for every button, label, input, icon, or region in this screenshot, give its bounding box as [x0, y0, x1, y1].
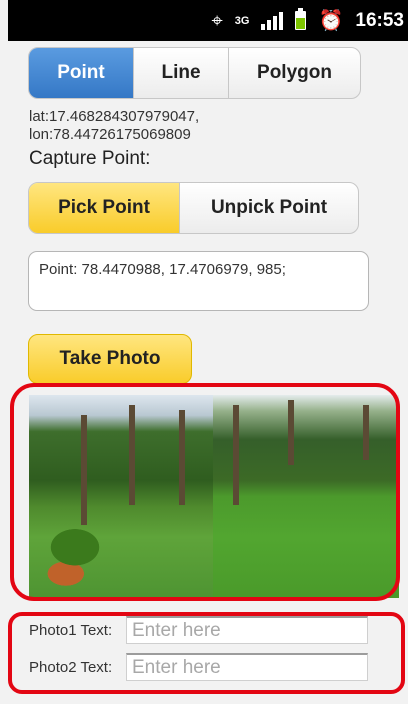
point-tab[interactable]: Point — [29, 48, 134, 98]
point-textarea[interactable]: Point: 78.4470988, 17.4706979, 985; — [28, 251, 369, 311]
longitude-text: lon:78.44726175069809 — [29, 126, 191, 143]
photos-highlight — [10, 383, 400, 601]
pick-point-selector: Pick Point Unpick Point — [28, 182, 359, 234]
capture-point-label: Capture Point: — [29, 148, 151, 169]
photo1-text-label: Photo1 Text: — [29, 622, 113, 639]
latitude-text: lat:17.468284307979047, — [29, 108, 200, 125]
battery-icon — [295, 8, 307, 30]
photo2-text-input[interactable] — [126, 653, 368, 681]
status-bar: ⌖ 3G ⏰ 16:53 — [8, 0, 408, 41]
photo1-text-input[interactable] — [126, 616, 368, 644]
unpick-point-button[interactable]: Unpick Point — [180, 183, 358, 233]
current-location: lat:17.468284307979047, lon:78.447261750… — [29, 108, 199, 144]
gps-icon: ⌖ — [211, 9, 223, 32]
photo2-text-label: Photo2 Text: — [29, 659, 113, 676]
take-photo-button[interactable]: Take Photo — [28, 334, 192, 384]
pick-point-button[interactable]: Pick Point — [29, 183, 180, 233]
status-time: 16:53 — [355, 9, 404, 31]
line-tab[interactable]: Line — [134, 48, 229, 98]
polygon-tab[interactable]: Polygon — [229, 48, 360, 98]
signal-icon — [261, 11, 284, 30]
network-type: 3G — [234, 14, 250, 27]
geometry-type-selector: Point Line Polygon — [28, 47, 361, 99]
alarm-icon: ⏰ — [318, 9, 344, 32]
